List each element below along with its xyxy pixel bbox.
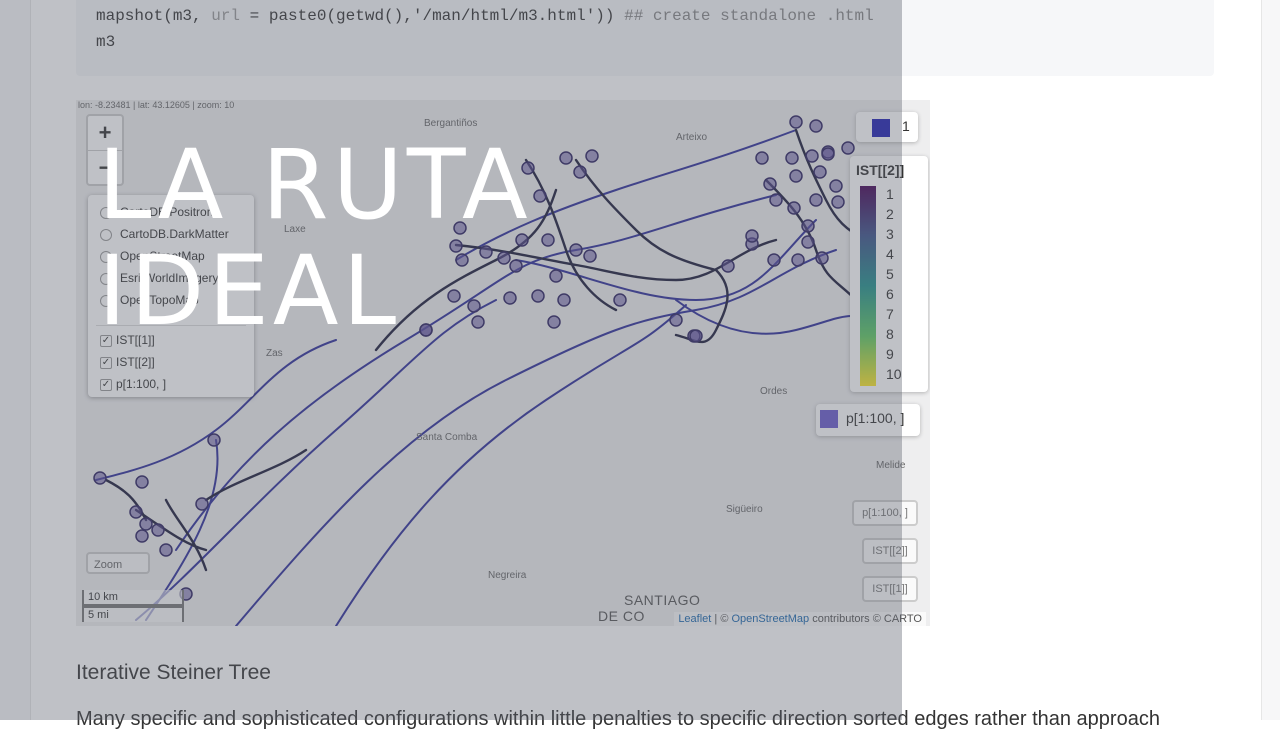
legend-label: 1: [902, 118, 910, 134]
overlay-title-line-2: IDEAL: [98, 235, 401, 347]
overlay-title: LA RUTA IDEAL: [98, 132, 532, 344]
video-title-overlay: LA RUTA IDEAL: [0, 0, 902, 720]
overlay-title-line-1: LA RUTA: [98, 129, 532, 241]
